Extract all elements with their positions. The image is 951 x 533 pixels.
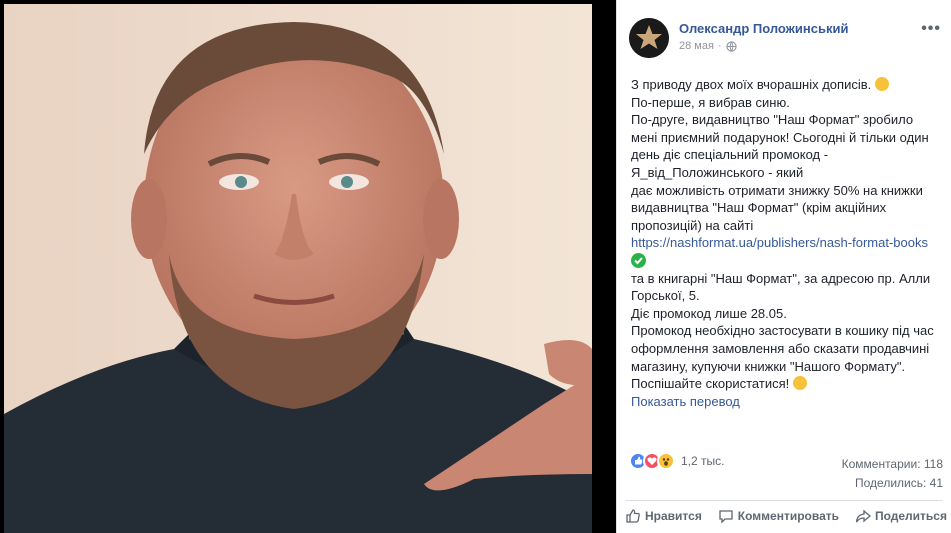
text-line: По-перше, я вибрав синю. bbox=[631, 94, 790, 110]
author-name[interactable]: Олександр Положинський bbox=[679, 21, 848, 36]
shares-count[interactable]: Поделились: 41 bbox=[842, 474, 943, 493]
post-meta: 28 мая · bbox=[679, 40, 737, 52]
checkmark-icon bbox=[631, 252, 646, 268]
text-line: та в книгарні "Наш Формат", за адресою п… bbox=[631, 270, 931, 286]
reactions-bar[interactable]: 1,2 тыс. bbox=[629, 452, 724, 470]
wow-icon bbox=[657, 452, 675, 470]
post-date[interactable]: 28 мая bbox=[679, 40, 714, 52]
text-line: Я_від_Положинського - який bbox=[631, 164, 804, 180]
text-line: мені приємний подарунок! Сьогодні й тіль… bbox=[631, 129, 929, 145]
comment-icon bbox=[719, 510, 733, 524]
share-button[interactable]: Поделиться bbox=[855, 508, 947, 524]
reaction-count[interactable]: 1,2 тыс. bbox=[681, 454, 724, 468]
thumbs-up-icon bbox=[626, 509, 640, 523]
post-link[interactable]: https://nashformat.ua/publishers/nash-fo… bbox=[631, 234, 947, 252]
translate-link[interactable]: Показать перевод bbox=[631, 393, 947, 411]
comment-label: Комментировать bbox=[737, 509, 840, 523]
more-options-button[interactable]: ••• bbox=[921, 20, 941, 38]
divider bbox=[625, 500, 943, 501]
comment-button[interactable]: Комментировать bbox=[718, 508, 839, 524]
text-line: По-друге, видавництво "Наш Формат" зроби… bbox=[631, 112, 914, 128]
text-line: Діє промокод лише 28.05. bbox=[631, 305, 787, 321]
post-stats: Комментарии: 118 Поделились: 41 bbox=[842, 455, 943, 492]
text-line: дає можливість отримати знижку 50% на кн… bbox=[631, 182, 923, 198]
selfie-image bbox=[4, 4, 592, 533]
post-header: Олександр Положинський 28 мая · ••• bbox=[629, 16, 943, 60]
smile-emoji-icon bbox=[874, 77, 889, 91]
text-line: Поспішайте скористатися! bbox=[631, 375, 947, 393]
post-panel: Олександр Положинський 28 мая · ••• З пр… bbox=[616, 0, 951, 533]
text-line: Промокод необхідно застосувати в кошику … bbox=[631, 323, 934, 339]
text-line: оформлення замовлення або сказати продав… bbox=[631, 340, 930, 356]
text-line: Горської, 5. bbox=[631, 288, 700, 304]
author-avatar[interactable] bbox=[629, 18, 669, 58]
text-line: день діє спеціальний промокод - bbox=[631, 147, 829, 163]
wink-emoji-icon bbox=[792, 376, 807, 391]
text-line: видавництва "Наш Формат" (крім акційних bbox=[631, 200, 887, 216]
like-button[interactable]: Нравится bbox=[625, 508, 702, 524]
globe-icon bbox=[725, 40, 737, 52]
text-line: пропозицій) на сайті bbox=[631, 217, 754, 233]
share-label: Поделиться bbox=[874, 509, 947, 523]
comments-count[interactable]: Комментарии: 118 bbox=[842, 455, 943, 474]
post-text: З приводу двох моїх вчорашніх дописів. П… bbox=[631, 76, 947, 410]
action-bar: Нравится Комментировать Поделиться bbox=[625, 508, 947, 524]
text-line bbox=[631, 252, 947, 270]
meta-separator: · bbox=[717, 40, 722, 52]
text-line: магазину, купуючи книжки "Нашого Формату… bbox=[631, 358, 906, 374]
like-label: Нравится bbox=[645, 509, 702, 523]
text-line: З приводу двох моїх вчорашніх дописів. bbox=[631, 76, 947, 94]
share-icon bbox=[855, 509, 871, 523]
post-photo[interactable] bbox=[0, 0, 616, 533]
